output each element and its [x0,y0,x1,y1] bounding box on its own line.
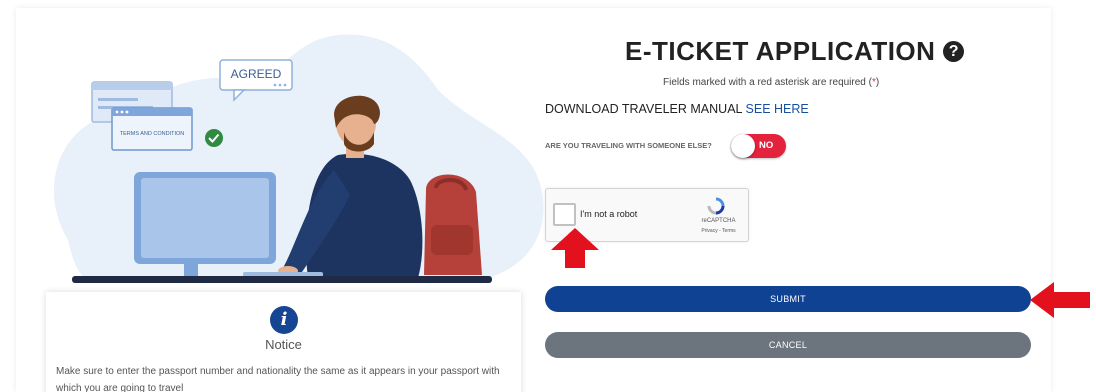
captcha-checkbox[interactable] [553,203,576,226]
illustration: TERMS AND CONDITION AGREED [53,34,544,283]
toggle-label: NO [759,140,774,151]
info-icon: i [270,306,298,334]
submit-button[interactable]: SUBMIT [545,286,1031,312]
traveling-toggle[interactable]: NO [731,134,786,158]
download-label: DOWNLOAD TRAVELER MANUAL [545,102,743,116]
captcha-label: I'm not a robot [580,209,638,219]
toggle-knob [731,134,755,158]
notice-box: i Notice Make sure to enter the passport… [46,292,521,392]
application-card: TERMS AND CONDITION AGREED i Notice Make… [16,8,1051,392]
download-manual: DOWNLOAD TRAVELER MANUAL SEE HERE [545,102,809,116]
desk [72,276,492,283]
see-here-link[interactable]: SEE HERE [746,102,809,116]
page-title: E-TICKET APPLICATION? [625,36,965,67]
recaptcha-icon [707,197,725,215]
page-title-text: E-TICKET APPLICATION [625,36,936,66]
notice-title: Notice [265,337,302,352]
required-note: Fields marked with a red asterisk are re… [663,77,880,88]
agreed-label: AGREED [231,67,282,81]
red-arrow-left-icon [1030,282,1090,318]
captcha-privacy: Privacy - Terms [701,228,736,234]
form-panel: E-TICKET APPLICATION? Fields marked with… [545,8,1045,392]
check-icon [205,129,223,147]
red-arrow-up-icon [551,228,599,268]
terms-label: TERMS AND CONDITION [120,131,185,137]
traveling-question: ARE YOU TRAVELING WITH SOMEONE ELSE? [545,141,712,150]
help-icon[interactable]: ? [943,41,965,62]
backpack [424,174,482,275]
cancel-button[interactable]: CANCEL [545,332,1031,358]
captcha-brand: reCAPTCHA [701,218,736,224]
notice-text: Make sure to enter the passport number a… [56,366,500,392]
